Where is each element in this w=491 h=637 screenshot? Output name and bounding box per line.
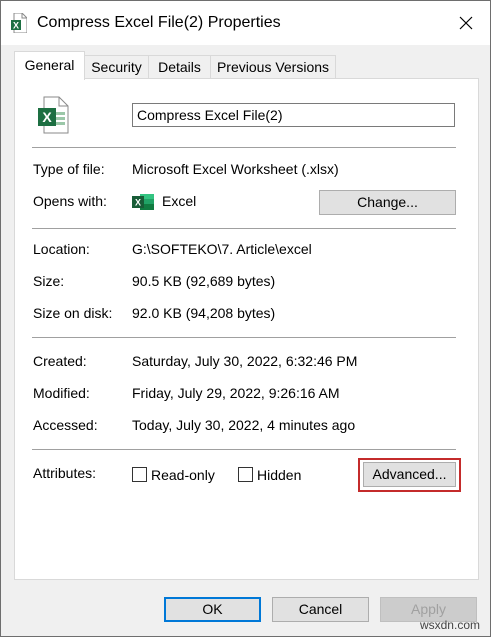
divider xyxy=(32,337,456,338)
advanced-button[interactable]: Advanced... xyxy=(363,462,456,487)
ok-button[interactable]: OK xyxy=(164,597,261,622)
created-label: Created: xyxy=(33,353,87,369)
divider xyxy=(32,228,456,229)
accessed-value: Today, July 30, 2022, 4 minutes ago xyxy=(132,417,356,433)
excel-file-icon: X xyxy=(38,96,69,134)
tab-general[interactable]: General xyxy=(14,51,85,80)
type-label: Type of file: xyxy=(33,161,105,177)
modified-label: Modified: xyxy=(33,385,90,401)
window-title: Compress Excel File(2) Properties xyxy=(37,14,281,31)
excel-file-icon: X xyxy=(11,13,27,33)
modified-value: Friday, July 29, 2022, 9:26:16 AM xyxy=(132,385,340,401)
location-label: Location: xyxy=(33,241,90,257)
tab-previous-versions[interactable]: Previous Versions xyxy=(210,55,336,78)
opens-with-label: Opens with: xyxy=(33,193,107,209)
divider xyxy=(32,147,456,148)
size-on-disk-value: 92.0 KB (94,208 bytes) xyxy=(132,305,276,321)
type-value: Microsoft Excel Worksheet (.xlsx) xyxy=(132,161,339,177)
excel-app-icon: X xyxy=(132,194,154,210)
svg-text:X: X xyxy=(42,109,52,125)
location-value: G:\SOFTEKO\7. Article\excel xyxy=(132,241,312,257)
file-name-field[interactable]: Compress Excel File(2) xyxy=(132,103,455,127)
hidden-label[interactable]: Hidden xyxy=(257,467,301,483)
title-bar: X Compress Excel File(2) Properties xyxy=(1,1,490,45)
divider xyxy=(32,449,456,450)
created-value: Saturday, July 30, 2022, 6:32:46 PM xyxy=(132,353,358,369)
size-on-disk-label: Size on disk: xyxy=(33,305,113,321)
opens-with-value: Excel xyxy=(162,193,197,209)
readonly-label[interactable]: Read-only xyxy=(151,467,215,483)
readonly-checkbox[interactable] xyxy=(132,467,147,482)
change-button[interactable]: Change... xyxy=(319,190,456,215)
tab-security[interactable]: Security xyxy=(84,55,149,78)
hidden-checkbox[interactable] xyxy=(238,467,253,482)
tab-details[interactable]: Details xyxy=(148,55,211,78)
cancel-button[interactable]: Cancel xyxy=(272,597,369,622)
close-icon[interactable] xyxy=(456,13,476,33)
svg-text:X: X xyxy=(135,198,141,208)
properties-dialog: X Compress Excel File(2) Properties Gene… xyxy=(0,0,491,637)
attributes-label: Attributes: xyxy=(33,465,97,481)
size-value: 90.5 KB (92,689 bytes) xyxy=(132,273,276,289)
size-label: Size: xyxy=(33,273,65,289)
watermark: wsxdn.com xyxy=(419,618,480,632)
general-panel: X Compress Excel File(2) Type of file: M… xyxy=(14,78,479,580)
svg-text:X: X xyxy=(13,21,19,31)
accessed-label: Accessed: xyxy=(33,417,98,433)
